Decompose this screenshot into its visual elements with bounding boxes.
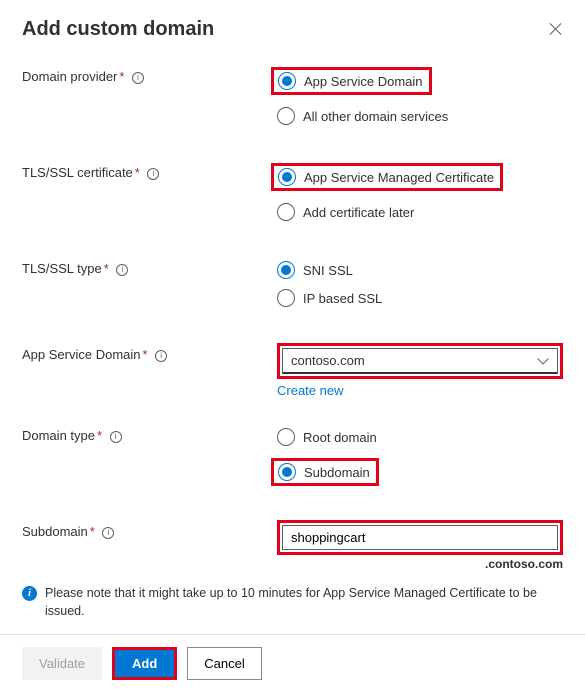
chevron-down-icon (539, 356, 549, 366)
create-new-link[interactable]: Create new (277, 383, 343, 398)
required-mark: * (90, 524, 95, 539)
subdomain-label: Subdomain (22, 524, 88, 539)
domain-provider-label: Domain provider (22, 69, 117, 84)
info-solid-icon: i (22, 586, 37, 601)
highlight-tls-cert: App Service Managed Certificate (271, 163, 503, 191)
add-button[interactable]: Add (115, 650, 174, 677)
close-icon[interactable] (549, 22, 563, 36)
note-text: Please note that it might take up to 10 … (45, 585, 563, 620)
required-mark: * (143, 347, 148, 362)
radio-label: SNI SSL (303, 263, 353, 278)
radio-subdomain[interactable]: Subdomain (278, 463, 370, 481)
radio-icon (278, 463, 296, 481)
page-title: Add custom domain (22, 18, 214, 41)
radio-label: Root domain (303, 430, 377, 445)
cancel-button[interactable]: Cancel (187, 647, 261, 680)
select-value: contoso.com (291, 353, 365, 368)
highlight-subdomain-input (277, 520, 563, 555)
radio-label: All other domain services (303, 109, 448, 124)
info-icon[interactable]: i (132, 72, 144, 84)
app-service-domain-select[interactable]: contoso.com (282, 348, 558, 374)
radio-label: IP based SSL (303, 291, 382, 306)
radio-icon (278, 168, 296, 186)
radio-add-cert-later[interactable]: Add certificate later (277, 203, 563, 221)
subdomain-suffix: .contoso.com (277, 557, 563, 571)
radio-label: App Service Managed Certificate (304, 170, 494, 185)
radio-icon (277, 203, 295, 221)
radio-app-service-managed-cert[interactable]: App Service Managed Certificate (278, 168, 494, 186)
domain-type-label: Domain type (22, 428, 95, 443)
radio-ip-ssl[interactable]: IP based SSL (277, 289, 563, 307)
highlight-subdomain-radio: Subdomain (271, 458, 379, 486)
radio-label: App Service Domain (304, 74, 423, 89)
required-mark: * (135, 165, 140, 180)
app-service-domain-label: App Service Domain (22, 347, 141, 362)
tls-type-label: TLS/SSL type (22, 261, 102, 276)
required-mark: * (119, 69, 124, 84)
highlight-add-button: Add (112, 647, 177, 680)
radio-icon (277, 261, 295, 279)
radio-root-domain[interactable]: Root domain (277, 428, 563, 446)
info-icon[interactable]: i (102, 527, 114, 539)
radio-icon (277, 428, 295, 446)
radio-label: Subdomain (304, 465, 370, 480)
info-icon[interactable]: i (110, 431, 122, 443)
validate-button: Validate (22, 647, 102, 680)
required-mark: * (104, 261, 109, 276)
radio-icon (277, 107, 295, 125)
highlight-app-service-domain: contoso.com (277, 343, 563, 379)
radio-app-service-domain[interactable]: App Service Domain (278, 72, 423, 90)
required-mark: * (97, 428, 102, 443)
subdomain-input[interactable] (282, 525, 558, 550)
info-icon[interactable]: i (116, 264, 128, 276)
info-icon[interactable]: i (147, 168, 159, 180)
radio-icon (277, 289, 295, 307)
tls-cert-label: TLS/SSL certificate (22, 165, 133, 180)
highlight-domain-provider: App Service Domain (271, 67, 432, 95)
radio-sni-ssl[interactable]: SNI SSL (277, 261, 563, 279)
radio-icon (278, 72, 296, 90)
radio-label: Add certificate later (303, 205, 414, 220)
radio-other-domain-services[interactable]: All other domain services (277, 107, 563, 125)
info-icon[interactable]: i (155, 350, 167, 362)
